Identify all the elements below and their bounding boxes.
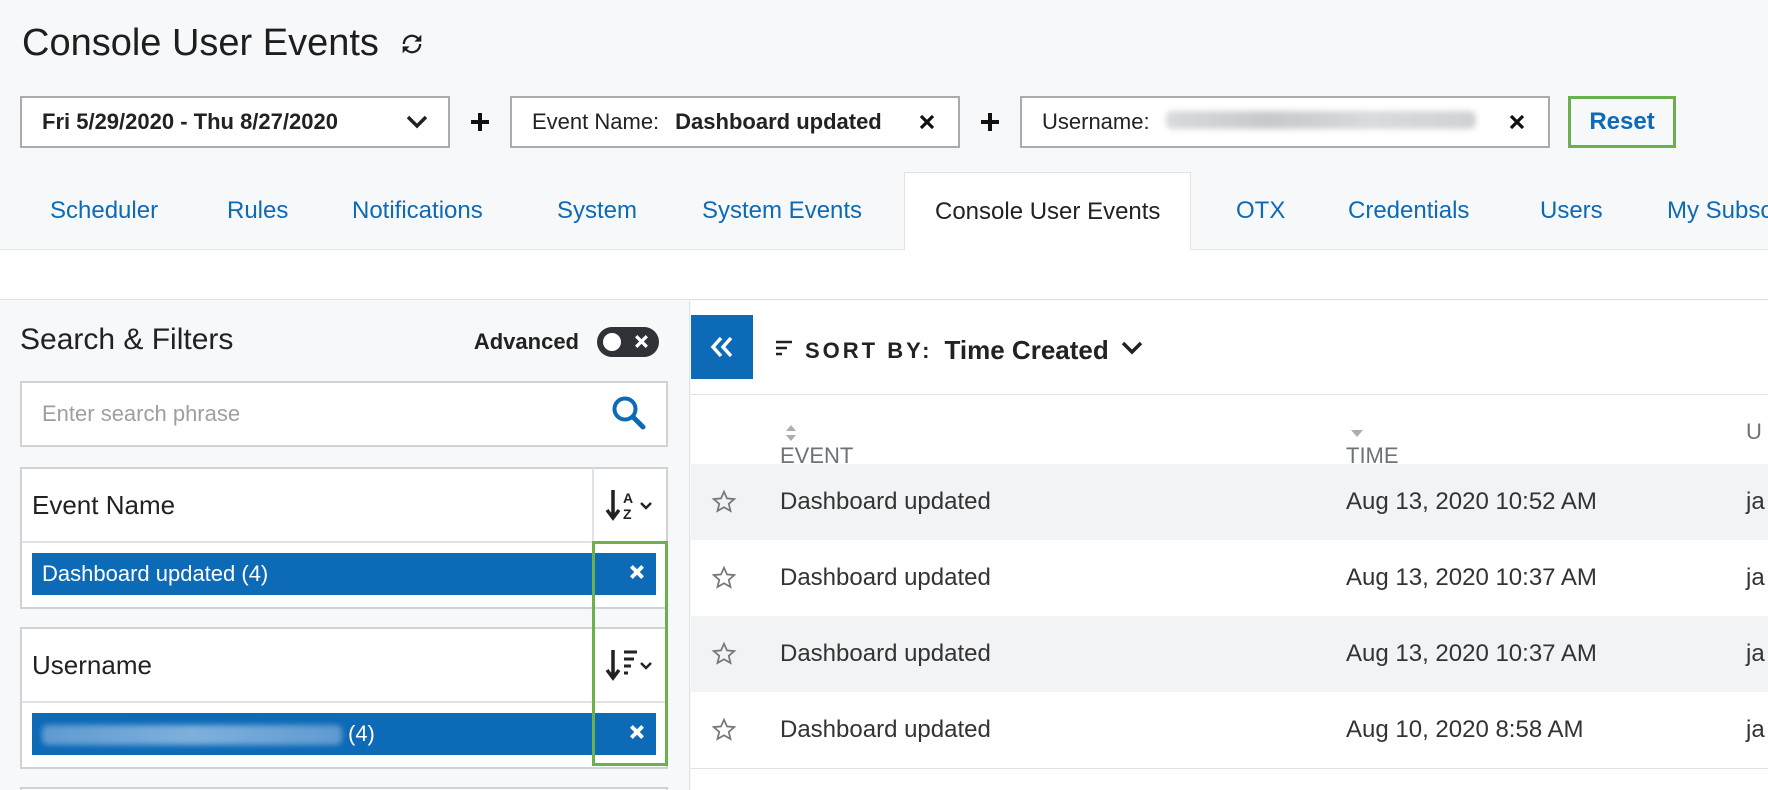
chevron-down-icon [1121, 341, 1143, 360]
reset-button[interactable]: Reset [1568, 96, 1676, 148]
search-icon[interactable] [610, 394, 646, 435]
tab-bar: Scheduler Rules Notifications System Sys… [0, 172, 1768, 251]
row-user: ja [1746, 716, 1765, 743]
search-input[interactable] [42, 401, 602, 427]
filter-row: Fri 5/29/2020 - Thu 8/27/2020 Event Name… [20, 96, 1676, 148]
row-event-name: Dashboard updated [780, 488, 991, 515]
username-blurred-value [42, 725, 342, 746]
tab-users[interactable]: Users [1540, 172, 1603, 250]
tab-otx[interactable]: OTX [1236, 172, 1285, 250]
chevron-down-icon [406, 109, 428, 135]
tab-system-events[interactable]: System Events [702, 172, 862, 250]
search-filters-title: Search & Filters [20, 323, 234, 356]
results-panel: SORT BY: Time Created EVENT NAME TIME CR… [691, 301, 1768, 790]
svg-text:A: A [623, 490, 633, 506]
tab-scheduler[interactable]: Scheduler [50, 172, 158, 250]
sort-by-control[interactable]: SORT BY: Time Created [775, 335, 1143, 366]
username-facet-chip[interactable]: (4) [32, 713, 656, 755]
title-row: Console User Events [22, 22, 427, 65]
event-name-facet-chip[interactable]: Dashboard updated (4) [32, 553, 656, 595]
event-name-filter-value: Dashboard updated [675, 109, 882, 134]
column-event-name[interactable]: EVENT NAME [780, 419, 853, 494]
collapse-panel-button[interactable] [691, 315, 753, 379]
facet-body: (4) [22, 703, 666, 767]
date-range-dropdown[interactable]: Fri 5/29/2020 - Thu 8/27/2020 [20, 96, 450, 148]
username-blurred-value [1165, 111, 1476, 129]
facet-chip-label: Dashboard updated (4) [42, 561, 269, 586]
remove-username-filter-close-icon[interactable] [1506, 111, 1528, 133]
row-user: ja [1746, 488, 1765, 515]
facet-chip-count: (4) [348, 721, 375, 746]
row-user: ja [1746, 640, 1765, 667]
tab-credentials[interactable]: Credentials [1348, 172, 1469, 250]
username-facet: Username (4) [20, 627, 668, 769]
row-time-created: Aug 13, 2020 10:52 AM [1346, 488, 1597, 515]
refresh-icon[interactable] [397, 29, 427, 59]
date-range-label: Fri 5/29/2020 - Thu 8/27/2020 [42, 109, 338, 134]
sort-by-label: SORT BY: [805, 337, 933, 363]
tab-my-subscriptions[interactable]: My Subsc [1667, 172, 1768, 250]
tab-rules[interactable]: Rules [227, 172, 288, 250]
facet-title: Username [32, 649, 152, 680]
tab-notifications[interactable]: Notifications [352, 172, 483, 250]
facet-header: Username [22, 628, 666, 703]
toggle-knob [603, 333, 621, 351]
facet-header: Event Name A Z [22, 468, 666, 543]
table-bottom-divider [691, 768, 1768, 769]
sort-count-icon[interactable] [592, 628, 666, 702]
username-filter-chip[interactable]: Username: [1020, 96, 1550, 148]
toggle-close-icon [633, 333, 650, 355]
sort-alpha-icon[interactable]: A Z [592, 468, 666, 542]
facet-body: Dashboard updated (4) [22, 543, 666, 607]
event-name-facet: Event Name A Z Dashboard updated (4) [20, 467, 668, 609]
table-row[interactable]: Dashboard updated Aug 10, 2020 8:58 AM j… [691, 692, 1768, 768]
remove-facet-close-icon[interactable] [628, 721, 646, 747]
search-filters-panel: Search & Filters Advanced Event Name [0, 301, 690, 790]
advanced-toggle[interactable] [597, 327, 659, 357]
sort-by-value: Time Created [944, 335, 1109, 365]
facet-title: Event Name [32, 489, 176, 520]
column-user[interactable]: U [1746, 419, 1762, 445]
page: Console User Events Fri 5/29/2020 - Thu … [0, 0, 1768, 790]
star-icon[interactable] [711, 489, 737, 522]
tab-console-user-events[interactable]: Console User Events [904, 172, 1192, 251]
remove-event-filter-close-icon[interactable] [916, 111, 938, 133]
table-row[interactable]: Dashboard updated Aug 13, 2020 10:37 AM … [691, 616, 1768, 692]
row-time-created: Aug 13, 2020 10:37 AM [1346, 640, 1597, 667]
advanced-label: Advanced [473, 329, 579, 354]
content-spacer [0, 250, 1768, 300]
row-event-name: Dashboard updated [780, 564, 991, 591]
tab-system[interactable]: System [557, 172, 637, 250]
event-name-filter-label: Event Name: [532, 109, 660, 134]
svg-text:Z: Z [623, 506, 632, 522]
search-box [20, 381, 668, 447]
star-icon[interactable] [711, 717, 737, 750]
star-icon[interactable] [711, 641, 737, 674]
add-filter-plus-icon[interactable] [450, 111, 510, 133]
advanced-toggle-group: Advanced [474, 327, 659, 357]
row-user: ja [1746, 564, 1765, 591]
column-time-created[interactable]: TIME CREATED [1346, 419, 1450, 494]
table-row[interactable]: Dashboard updated Aug 13, 2020 10:52 AM … [691, 464, 1768, 540]
username-filter-label: Username: [1042, 109, 1150, 134]
add-filter-plus-icon-2[interactable] [960, 111, 1020, 133]
page-title: Console User Events [22, 22, 379, 64]
sort-lines-icon [775, 340, 793, 361]
row-time-created: Aug 13, 2020 10:37 AM [1346, 564, 1597, 591]
table-row[interactable]: Dashboard updated Aug 13, 2020 10:37 AM … [691, 540, 1768, 616]
remove-facet-close-icon[interactable] [628, 561, 646, 587]
star-icon[interactable] [711, 565, 737, 598]
table-header: EVENT NAME TIME CREATED U [691, 394, 1768, 494]
event-name-filter-chip[interactable]: Event Name: Dashboard updated [510, 96, 960, 148]
sort-desc-icon [1351, 430, 1363, 438]
row-event-name: Dashboard updated [780, 640, 991, 667]
row-time-created: Aug 10, 2020 8:58 AM [1346, 716, 1584, 743]
row-event-name: Dashboard updated [780, 716, 991, 743]
sort-toggle-icon [786, 425, 796, 442]
